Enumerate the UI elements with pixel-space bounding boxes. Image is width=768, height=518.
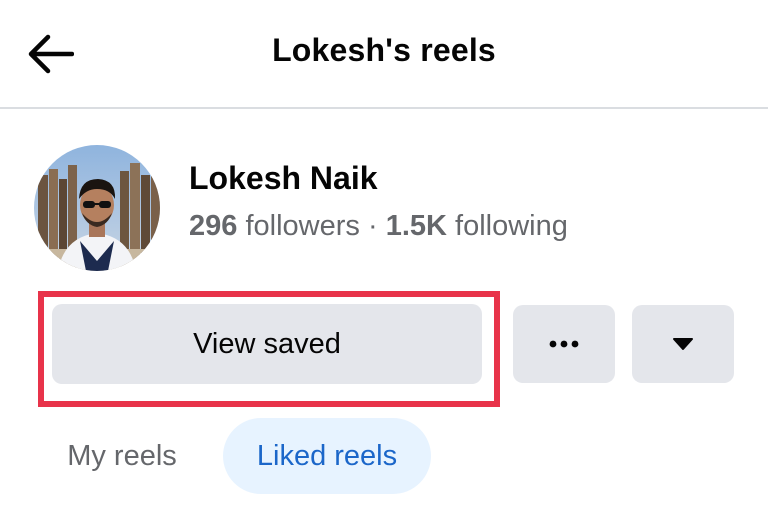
top-bar: Lokesh's reels [0,0,768,109]
more-horizontal-icon [549,340,579,348]
tab-liked-reels[interactable]: Liked reels [223,418,431,494]
follow-stats: 296 followers · 1.5K following [189,210,568,243]
caret-down-icon [673,338,693,350]
profile-name[interactable]: Lokesh Naik [189,160,378,197]
reels-page: Lokesh's reels Lokesh Naik 296 followers… [0,0,768,518]
followers-count[interactable]: 296 [189,210,237,242]
view-saved-label: View saved [193,327,341,360]
tab-my-reels[interactable]: My reels [44,418,200,494]
avatar[interactable] [34,145,160,271]
tab-my-reels-label: My reels [67,439,177,472]
followers-label[interactable]: followers [245,210,359,242]
following-count[interactable]: 1.5K [386,210,447,242]
profile-photo [34,145,160,271]
dropdown-button[interactable] [632,305,734,383]
more-options-button[interactable] [513,305,615,383]
following-label[interactable]: following [455,210,568,242]
page-title: Lokesh's reels [272,32,496,68]
stats-separator: · [367,210,378,242]
view-saved-button[interactable]: View saved [52,304,482,384]
tab-liked-reels-label: Liked reels [256,439,398,472]
